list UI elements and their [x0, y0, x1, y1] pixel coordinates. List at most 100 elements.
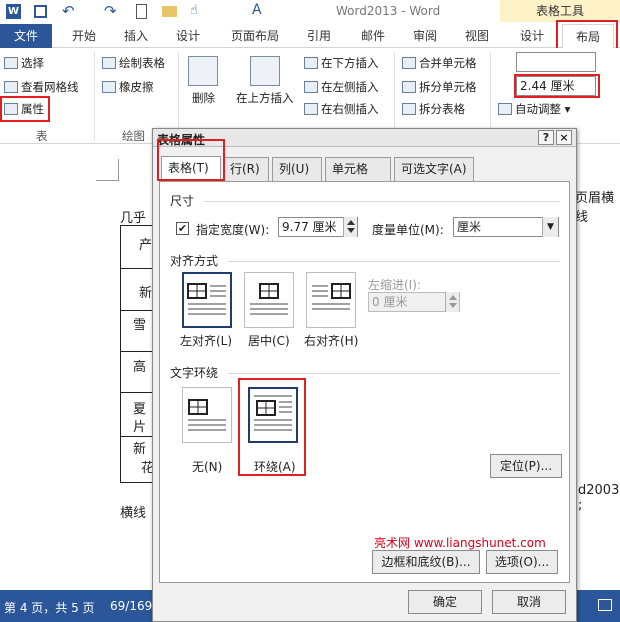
ribbon-tabs: 文件 开始 插入 设计 页面布局 引用 邮件 审阅 视图 设计 布局: [0, 24, 620, 72]
measure-in-select[interactable]: 厘米 ▼: [453, 217, 559, 237]
doc-text-line-1: 几乎: [120, 211, 147, 226]
table-cell: 雪: [133, 318, 147, 333]
tab-alt-text[interactable]: 可选文字(A): [394, 157, 474, 181]
options-button[interactable]: 选项(O)...: [486, 550, 558, 574]
insert-right-icon: [304, 103, 318, 115]
wrap-none-option[interactable]: [182, 387, 232, 443]
redo-icon[interactable]: ↷: [104, 2, 117, 20]
merge-cells-icon: [402, 57, 416, 69]
positioning-button[interactable]: 定位(P)...: [490, 454, 562, 478]
font-size-icon[interactable]: A: [252, 2, 262, 18]
save-icon[interactable]: [34, 5, 47, 18]
align-right-option[interactable]: [306, 272, 356, 328]
ok-button[interactable]: 确定: [408, 590, 482, 614]
new-document-icon[interactable]: [136, 4, 147, 19]
help-button[interactable]: ?: [538, 130, 554, 145]
ribbon-separator: [490, 52, 491, 140]
wrapping-section-title: 文字环绕: [170, 366, 219, 380]
insert-below-button[interactable]: 在下方插入: [304, 55, 379, 71]
split-cells-button[interactable]: 拆分单元格: [402, 79, 477, 95]
row-height-input[interactable]: [516, 52, 596, 72]
align-right-label: 右对齐(H): [304, 334, 359, 348]
table-cell: 新: [139, 286, 153, 301]
measure-in-label: 度量单位(M):: [372, 223, 444, 237]
insert-left-button[interactable]: 在左侧插入: [304, 79, 379, 95]
tab-view[interactable]: 视图: [454, 24, 500, 48]
tab-cell[interactable]: 单元格(E): [325, 157, 391, 198]
preferred-width-value: 9.77 厘米: [282, 220, 337, 234]
tab-page-layout[interactable]: 页面布局: [222, 24, 288, 48]
touch-mode-icon[interactable]: ☝: [190, 3, 198, 18]
autofit-button[interactable]: 自动调整 ▾: [498, 101, 570, 117]
undo-icon[interactable]: ↶: [62, 2, 75, 20]
align-right-icon: [312, 283, 351, 310]
insert-above-button[interactable]: 在上方插入: [236, 90, 294, 106]
align-left-icon: [187, 283, 226, 315]
size-section-title: 尺寸: [170, 194, 195, 208]
indent-spinner[interactable]: [445, 292, 459, 312]
tab-insert[interactable]: 插入: [113, 24, 159, 48]
table-cell: 高: [133, 360, 147, 375]
spin-up-icon: [347, 220, 355, 225]
indent-value: 0 厘米: [372, 295, 408, 309]
delete-button[interactable]: 删除: [192, 90, 215, 106]
merge-cells-button[interactable]: 合并单元格: [402, 55, 477, 71]
doc-text-right-2: d2003 ;: [578, 483, 620, 513]
tab-file[interactable]: 文件: [0, 24, 52, 48]
view-gridlines-button[interactable]: 查看网格线: [4, 79, 79, 95]
properties-highlight: [0, 96, 50, 122]
select-button[interactable]: 选择: [4, 55, 44, 71]
width-spinner[interactable]: [343, 217, 357, 237]
align-center-icon: [250, 283, 288, 315]
wrap-none-icon: [188, 399, 226, 431]
open-icon[interactable]: [162, 6, 177, 17]
word-app-icon[interactable]: W: [6, 4, 21, 19]
preferred-width-checkbox[interactable]: ✔: [176, 222, 189, 235]
eraser-button[interactable]: 橡皮擦: [102, 79, 154, 95]
tab-row[interactable]: 行(R): [223, 157, 269, 181]
select-icon: [4, 57, 18, 69]
insert-below-icon: [304, 57, 318, 69]
insert-right-button[interactable]: 在右侧插入: [304, 101, 379, 117]
table-cell: 新: [133, 442, 147, 457]
split-table-button[interactable]: 拆分表格: [402, 101, 465, 117]
tab-design[interactable]: 设计: [165, 24, 211, 48]
page-count[interactable]: 第 4 页，共 5 页: [4, 599, 95, 616]
wrap-none-label: 无(N): [192, 460, 223, 474]
table-properties-dialog: 表格属性 ? × 表格(T) 行(R) 列(U) 单元格(E) 可选文字(A) …: [152, 128, 577, 622]
align-center-option[interactable]: [244, 272, 294, 328]
cancel-button[interactable]: 取消: [492, 590, 566, 614]
indent-input[interactable]: 0 厘米: [368, 292, 460, 312]
alignment-section-title: 对齐方式: [170, 254, 219, 268]
spin-up-icon: [449, 295, 457, 300]
measure-in-value: 厘米: [457, 220, 482, 234]
chevron-down-icon[interactable]: ▼: [542, 217, 558, 237]
dialog-pane: 尺寸 ✔ 指定宽度(W): 9.77 厘米 度量单位(M): 厘米 ▼ 对齐方式…: [159, 181, 570, 583]
gridlines-icon: [4, 81, 18, 93]
page-corner-mark: [96, 180, 118, 181]
tab-table-design[interactable]: 设计: [508, 24, 556, 48]
close-button[interactable]: ×: [556, 130, 572, 145]
align-center-label: 居中(C): [248, 334, 290, 348]
indent-label: 左缩进(I):: [368, 278, 421, 292]
layout-view-icon[interactable]: [598, 599, 612, 611]
align-left-option[interactable]: [182, 272, 232, 328]
draw-table-button[interactable]: 绘制表格: [102, 55, 165, 71]
autofit-icon: [498, 103, 512, 115]
preferred-width-label: 指定宽度(W):: [196, 223, 270, 237]
tab-references[interactable]: 引用: [296, 24, 342, 48]
split-table-icon: [402, 103, 416, 115]
doc-text-line-2: 横线: [120, 506, 147, 521]
align-left-label: 左对齐(L): [180, 334, 233, 348]
tab-column[interactable]: 列(U): [272, 157, 322, 181]
word-count[interactable]: 69/169: [110, 599, 152, 613]
table-cell: 夏: [133, 402, 147, 417]
borders-shading-button[interactable]: 边框和底纹(B)...: [372, 550, 480, 574]
tab-mailings[interactable]: 邮件: [350, 24, 396, 48]
section-divider: [204, 201, 560, 202]
doc-text-right-1: 页眉横线: [575, 191, 615, 225]
section-divider: [228, 261, 560, 262]
tab-home[interactable]: 开始: [60, 24, 108, 48]
preferred-width-input[interactable]: 9.77 厘米: [278, 217, 358, 237]
tab-review[interactable]: 审阅: [402, 24, 448, 48]
